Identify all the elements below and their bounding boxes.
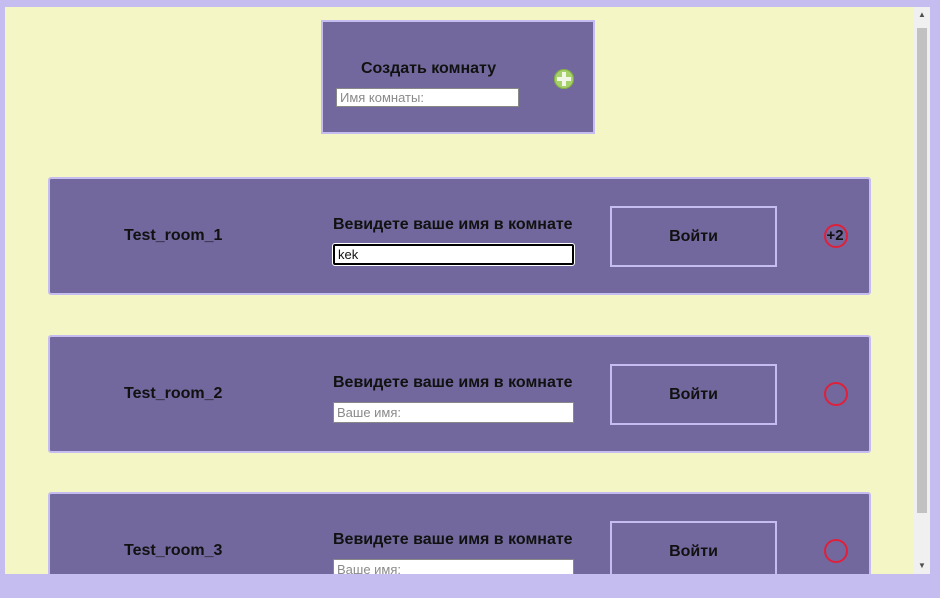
enter-room-button[interactable]: Войти: [610, 364, 777, 425]
scrollbar-thumb[interactable]: [917, 28, 927, 513]
scroll-down-arrow-icon[interactable]: ▼: [914, 559, 930, 573]
room-name-prompt: Вевидете ваше имя в комнате: [333, 531, 573, 548]
room-card: Test_room_1 Вевидете ваше имя в комнате …: [48, 177, 871, 295]
room-name-input[interactable]: [336, 88, 519, 107]
user-name-input[interactable]: [333, 559, 574, 574]
room-name: Test_room_1: [124, 227, 223, 244]
room-name-prompt: Вевидете ваше имя в комнате: [333, 216, 573, 233]
enter-room-button[interactable]: Войти: [610, 206, 777, 267]
room-name: Test_room_2: [124, 385, 223, 402]
vertical-scrollbar[interactable]: ▲ ▼: [914, 7, 930, 574]
enter-room-button[interactable]: Войти: [610, 521, 777, 574]
create-room-title: Создать комнату: [361, 60, 497, 77]
participant-count-text: +2: [826, 227, 844, 244]
create-room-panel: Создать комнату: [321, 20, 595, 134]
room-card: Test_room_3 Вевидете ваше имя в комнате …: [48, 492, 871, 574]
page-viewport: Создать комнату Test_room_1 Вевидете ваш…: [5, 7, 915, 574]
room-name-prompt: Вевидете ваше имя в комнате: [333, 374, 573, 391]
room-card: Test_room_2 Вевидете ваше имя в комнате …: [48, 335, 871, 453]
participant-count-badge: [824, 382, 848, 406]
participant-count-badge: [824, 539, 848, 563]
user-name-input[interactable]: [333, 402, 574, 423]
scroll-up-arrow-icon[interactable]: ▲: [914, 8, 930, 22]
room-name: Test_room_3: [124, 542, 223, 559]
plus-circle-icon[interactable]: [554, 69, 574, 89]
user-name-input[interactable]: [332, 243, 575, 266]
participant-count-badge: +2: [824, 224, 848, 248]
